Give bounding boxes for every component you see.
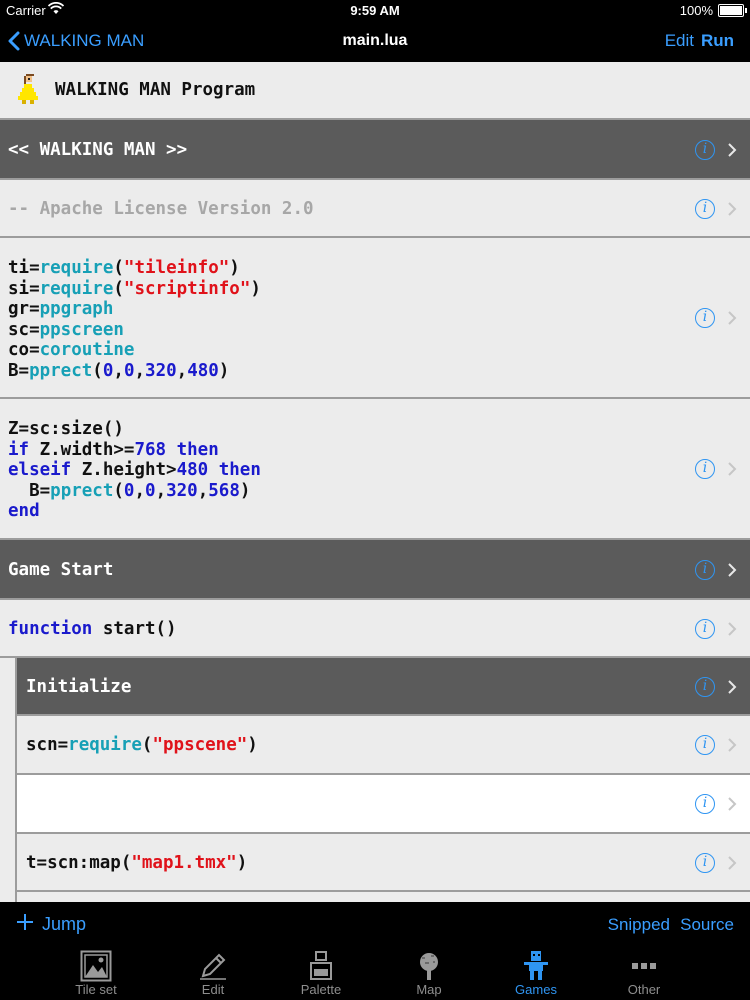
jump-button[interactable]: Jump [16, 913, 86, 936]
tab-label: Tile set [75, 982, 117, 997]
info-icon[interactable]: i [695, 677, 715, 697]
code-block-map[interactable]: t=scn:map("map1.tmx") i [17, 834, 750, 892]
map-icon [413, 950, 445, 982]
battery-icon [718, 4, 747, 17]
run-button[interactable]: Run [701, 31, 734, 51]
license-comment: -- Apache License Version 2.0 [8, 199, 314, 219]
code-text: ti=require("tileinfo") si=require("scrip… [8, 258, 261, 381]
battery-indicator: 100% [679, 3, 747, 18]
program-title-row[interactable]: WALKING MAN Program [0, 62, 750, 120]
code-block-requires[interactable]: ti=require("tileinfo") si=require("scrip… [0, 238, 750, 399]
code-block-screen-size[interactable]: Z=sc:size() if Z.width>=768 then elseif … [0, 399, 750, 540]
program-title: WALKING MAN Program [55, 80, 256, 100]
tab-games[interactable]: Games [486, 948, 586, 1000]
code-text: t=scn:map("map1.tmx") [26, 853, 248, 873]
bottom-toolbar: Jump Snipped Source Tile set Edit Palett… [0, 902, 750, 1000]
tab-other[interactable]: Other [594, 948, 694, 1000]
section-title: Game Start [8, 560, 114, 580]
section-title: Initialize [26, 677, 132, 697]
clock: 9:59 AM [350, 3, 400, 18]
chevron-right-icon [728, 856, 737, 870]
battery-percent: 100% [679, 3, 713, 18]
chevron-right-icon [728, 680, 737, 694]
chevron-right-icon [728, 563, 737, 577]
section-header-walking-man[interactable]: << WALKING MAN >> i [0, 120, 750, 180]
source-button[interactable]: Source [680, 915, 734, 935]
chevron-right-icon [728, 738, 737, 752]
code-block-partial[interactable] [17, 892, 750, 902]
section-header-game-start[interactable]: Game Start i [0, 540, 750, 600]
chevron-right-icon [728, 797, 737, 811]
tab-palette[interactable]: Palette [271, 948, 371, 1000]
status-bar: Carrier 9:59 AM 100% [0, 0, 750, 22]
edit-button[interactable]: Edit [665, 31, 694, 51]
info-icon[interactable]: i [695, 853, 715, 873]
tab-label: Map [416, 982, 442, 997]
chevron-right-icon [728, 462, 737, 476]
section-title: << WALKING MAN >> [8, 140, 188, 160]
tileset-icon [80, 950, 112, 982]
chevron-right-icon [728, 202, 737, 216]
navigation-bar: WALKING MAN main.lua Edit Run [0, 22, 750, 62]
chevron-right-icon [728, 622, 737, 636]
tab-label: Other [627, 982, 661, 997]
code-block-scene-require[interactable]: scn=require("ppscene") i [17, 716, 750, 775]
section-header-initialize[interactable]: Initialize i [17, 658, 750, 716]
plus-icon [16, 913, 34, 936]
walking-man-sprite-icon [16, 74, 40, 108]
code-block-list[interactable]: WALKING MAN Program << WALKING MAN >> i … [0, 62, 750, 902]
page-title: main.lua [342, 32, 408, 49]
chevron-right-icon [728, 311, 737, 325]
pencil-icon [197, 950, 229, 982]
info-icon[interactable]: i [695, 459, 715, 479]
info-icon[interactable]: i [695, 140, 715, 160]
jump-label: Jump [42, 914, 87, 934]
code-text: Z=sc:size() if Z.width>=768 then elseif … [8, 419, 261, 521]
info-icon[interactable]: i [695, 619, 715, 639]
snipped-button[interactable]: Snipped [608, 915, 670, 935]
info-icon[interactable]: i [695, 199, 715, 219]
info-icon[interactable]: i [695, 794, 715, 814]
code-block-function-start[interactable]: function start() i [0, 600, 750, 658]
chevron-right-icon [728, 143, 737, 157]
code-text: function start() [8, 619, 177, 639]
tab-label: Palette [300, 982, 342, 997]
code-text: scn=require("ppscene") [26, 735, 258, 755]
games-character-icon [520, 950, 552, 982]
tab-tile-set[interactable]: Tile set [46, 948, 146, 1000]
more-icon [628, 950, 660, 982]
tab-label: Games [515, 982, 557, 997]
tab-edit[interactable]: Edit [163, 948, 263, 1000]
app-window: Carrier 9:59 AM 100% WALKING MAN main.lu… [0, 0, 750, 1000]
info-icon[interactable]: i [695, 560, 715, 580]
tab-label: Edit [201, 982, 225, 997]
tab-bar: Tile set Edit Palette Map Games Other [46, 948, 746, 1000]
ink-bottle-icon [305, 950, 337, 982]
comment-row[interactable]: -- Apache License Version 2.0 i [0, 180, 750, 238]
info-icon[interactable]: i [695, 735, 715, 755]
tab-map[interactable]: Map [379, 948, 479, 1000]
code-block-empty[interactable]: i [17, 775, 750, 834]
info-icon[interactable]: i [695, 308, 715, 328]
